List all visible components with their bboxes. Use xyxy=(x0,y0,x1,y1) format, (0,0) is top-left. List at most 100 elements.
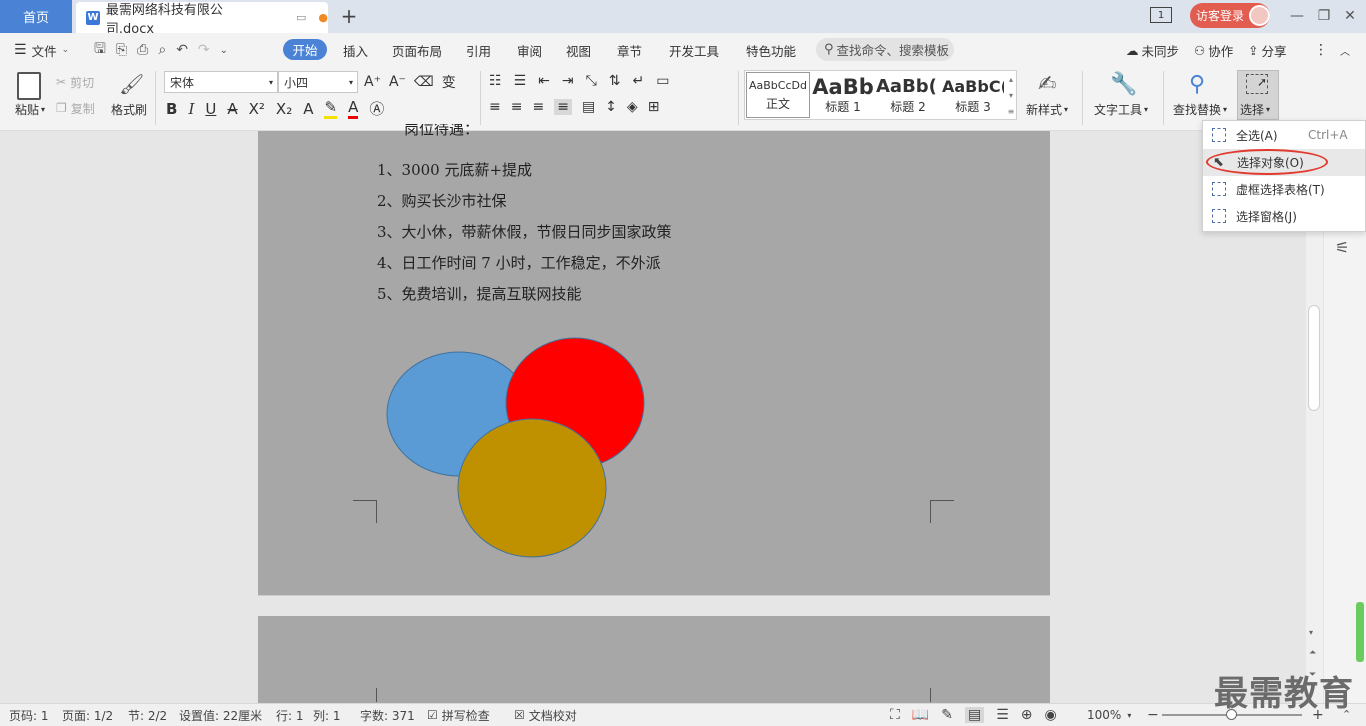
chinese-layout-icon[interactable]: ⤡ xyxy=(586,73,597,89)
tab-view[interactable]: 视图 xyxy=(566,40,591,60)
status-col[interactable]: 列: 1 xyxy=(313,706,341,724)
tab-insert[interactable]: 插入 xyxy=(343,40,368,60)
copy-button[interactable]: ❐ 复制 xyxy=(56,99,95,117)
print-preview-icon[interactable]: ⌕ xyxy=(158,42,166,58)
shrink-font-icon[interactable]: A⁻ xyxy=(389,74,406,90)
undo-icon[interactable]: ↶ xyxy=(176,42,188,58)
monitor-icon[interactable]: ▭ xyxy=(296,11,306,24)
phonetic-guide-icon[interactable]: 变 xyxy=(442,72,456,92)
bold-icon[interactable]: B xyxy=(166,100,177,118)
minimize-button[interactable]: — xyxy=(1285,5,1309,27)
highlight-icon[interactable]: ✎ xyxy=(324,98,338,119)
fullscreen-icon[interactable]: ⛶ xyxy=(890,707,900,723)
superscript-icon[interactable]: X² xyxy=(249,100,265,118)
style-normal[interactable]: AaBbCcDd 正文 xyxy=(746,72,810,118)
cut-button[interactable]: ✂ 剪切 xyxy=(56,73,94,91)
customize-icon[interactable]: ⌄ xyxy=(220,45,228,56)
clear-format-icon[interactable]: ⌫ xyxy=(414,74,434,90)
status-setting[interactable]: 设置值: 22厘米 xyxy=(179,706,262,724)
decrease-indent-icon[interactable]: ⇤ xyxy=(538,73,550,89)
align-center-icon[interactable]: ≡ xyxy=(511,99,523,115)
wrench-icon[interactable]: 🔧 xyxy=(1110,72,1137,97)
increase-indent-icon[interactable]: ⇥ xyxy=(562,73,574,89)
spell-check-button[interactable]: ☑ 拼写检查 xyxy=(427,706,490,724)
prev-page-icon[interactable]: ⏶ xyxy=(1309,648,1316,658)
tab-start[interactable]: 开始 xyxy=(283,39,327,60)
chevron-up-icon[interactable]: ▴ xyxy=(1009,75,1013,84)
find-replace-button[interactable]: 查找替换 ▾ xyxy=(1173,100,1227,118)
font-size-select[interactable]: 小四 ▾ xyxy=(278,71,358,93)
page-view-icon[interactable]: ▤ xyxy=(964,707,985,723)
file-menu[interactable]: ☰ 文件 ⌄ xyxy=(14,40,69,60)
character-border-icon[interactable]: Ⓐ xyxy=(369,98,384,119)
status-section[interactable]: 节: 2/2 xyxy=(128,706,167,724)
zoom-out-icon[interactable]: − xyxy=(1147,706,1159,724)
text-effect-icon[interactable]: A xyxy=(303,100,313,118)
align-right-icon[interactable]: ≡ xyxy=(532,99,544,115)
eye-protection-icon[interactable]: ◉ xyxy=(1045,707,1057,723)
new-tab-button[interactable]: + xyxy=(338,4,360,28)
export-icon[interactable]: ⎘ xyxy=(116,42,127,58)
gallery-scroll[interactable]: ▴ ▾ ≡ xyxy=(1006,71,1016,119)
web-view-icon[interactable]: ⊕ xyxy=(1021,707,1033,723)
text-tools-button[interactable]: 文字工具 ▾ xyxy=(1094,100,1148,118)
close-button[interactable]: ✕ xyxy=(1338,5,1362,27)
gold-ellipse[interactable] xyxy=(457,418,607,558)
share-button[interactable]: ⇪ 分享 xyxy=(1248,40,1287,60)
scrollbar-thumb[interactable] xyxy=(1308,305,1320,411)
tab-review[interactable]: 审阅 xyxy=(517,40,542,60)
settings-sliders-icon[interactable]: ⚟ xyxy=(1335,238,1349,257)
paste-icon[interactable] xyxy=(17,72,41,100)
tab-chapter[interactable]: 章节 xyxy=(617,40,642,60)
numbered-list-icon[interactable]: ☰ xyxy=(514,73,527,89)
chevron-down-icon[interactable]: ▾ xyxy=(1009,91,1013,100)
status-page[interactable]: 页码: 1 xyxy=(9,706,49,724)
magnifier-icon[interactable]: ⚲ xyxy=(1189,72,1205,97)
edit-mode-icon[interactable]: ✎ xyxy=(941,707,953,723)
tab-developer[interactable]: 开发工具 xyxy=(669,40,719,60)
status-word-count[interactable]: 字数: 371 xyxy=(360,706,415,724)
style-heading-2[interactable]: AaBb( 标题 2 xyxy=(876,72,940,118)
new-style-icon[interactable]: ✍ xyxy=(1038,72,1056,97)
save-icon[interactable]: 🖫 xyxy=(94,38,106,62)
line-spacing-icon[interactable]: ↕ xyxy=(605,99,617,115)
strikethrough-icon[interactable]: A xyxy=(227,100,237,118)
format-painter-button[interactable]: 格式刷 xyxy=(108,100,150,118)
shapes-group[interactable] xyxy=(380,335,650,565)
visitor-login-button[interactable]: 访客登录 xyxy=(1190,3,1270,28)
grow-font-icon[interactable]: A⁺ xyxy=(364,74,381,90)
subscript-icon[interactable]: X₂ xyxy=(276,100,292,118)
show-marks-icon[interactable]: ↵ xyxy=(633,73,645,89)
font-name-select[interactable]: 宋体 ▾ xyxy=(164,71,278,93)
align-left-icon[interactable]: ≡ xyxy=(489,99,501,115)
redo-icon[interactable]: ↷ xyxy=(198,42,210,58)
doc-proof-button[interactable]: ☒ 文档校对 xyxy=(514,706,577,724)
menu-item-selection-pane[interactable]: 选择窗格(J) xyxy=(1203,203,1365,229)
new-style-button[interactable]: 新样式 ▾ xyxy=(1026,100,1068,118)
ruler-icon[interactable]: ▭ xyxy=(656,73,669,89)
expand-icon[interactable]: ≡ xyxy=(1008,107,1015,116)
status-row[interactable]: 行: 1 xyxy=(276,706,304,724)
command-search-input[interactable]: ⚲ 查找命令、搜索模板 xyxy=(816,38,954,61)
tab-home[interactable]: 首页 xyxy=(0,0,72,33)
italic-icon[interactable]: I xyxy=(188,100,194,118)
borders-icon[interactable]: ⊞ xyxy=(648,99,660,115)
style-heading-1[interactable]: AaBb 标题 1 xyxy=(811,72,875,118)
tab-page-layout[interactable]: 页面布局 xyxy=(392,40,442,60)
more-options-icon[interactable]: ⋮ xyxy=(1314,40,1328,60)
tab-document[interactable]: W 最需网络科技有限公司.docx ▭ ● xyxy=(76,2,328,37)
reading-mode-icon[interactable]: 📖 xyxy=(912,707,929,723)
shading-icon[interactable]: ◈ xyxy=(627,99,638,115)
menu-item-select-all[interactable]: 全选(A) Ctrl+A xyxy=(1203,122,1365,148)
page-count-badge[interactable]: 1 xyxy=(1150,7,1172,23)
collab-button[interactable]: ⚇ 协作 xyxy=(1194,40,1233,60)
menu-item-dashed-select-table[interactable]: 虚框选择表格(T) xyxy=(1203,176,1365,202)
sync-status[interactable]: ☁ 未同步 xyxy=(1126,40,1179,60)
distributed-icon[interactable]: ▤ xyxy=(582,99,595,115)
paste-button[interactable]: 粘贴 ▾ xyxy=(10,100,50,118)
format-painter-icon[interactable]: 🖌 xyxy=(119,72,144,98)
scroll-down-icon[interactable]: ▾ xyxy=(1309,628,1313,637)
collapse-ribbon-icon[interactable]: ︿ xyxy=(1340,40,1350,60)
justify-icon[interactable]: ≡ xyxy=(554,99,572,115)
restore-button[interactable]: ❐ xyxy=(1312,5,1336,27)
